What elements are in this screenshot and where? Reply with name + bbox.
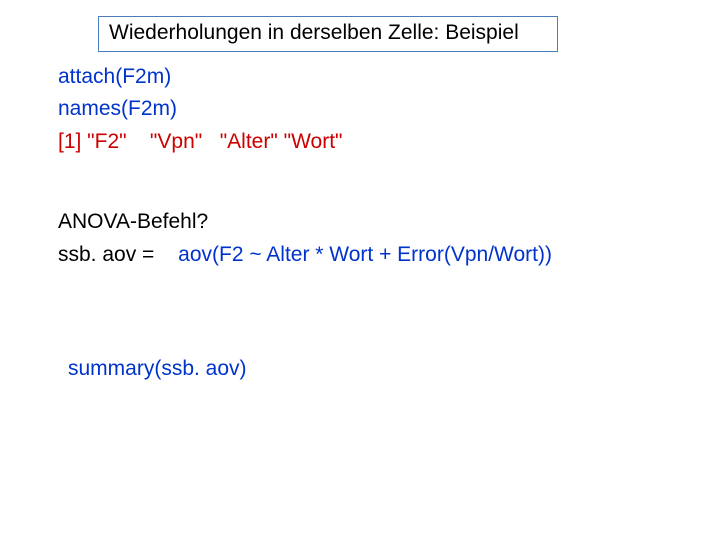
spacer [58,272,700,352]
anova-assign-rhs: aov(F2 ~ Alter * Wort + Error(Vpn/Wort)) [178,243,552,266]
slide-title: Wiederholungen in derselben Zelle: Beisp… [109,21,519,44]
code-attach: attach(F2m) [58,62,700,92]
question-anova: ANOVA-Befehl? [58,207,700,237]
anova-assign-line: ssb. aov = aov(F2 ~ Alter * Wort + Error… [58,240,700,270]
spacer [58,159,700,205]
code-summary: summary(ssb. aov) [68,354,700,384]
anova-assign-lhs: ssb. aov = [58,243,160,266]
code-names: names(F2m) [58,94,700,124]
slide: Wiederholungen in derselben Zelle: Beisp… [0,0,720,540]
content-area: attach(F2m) names(F2m) [1] "F2" "Vpn" "A… [58,60,700,387]
title-box: Wiederholungen in derselben Zelle: Beisp… [98,16,558,52]
output-names: [1] "F2" "Vpn" "Alter" "Wort" [58,127,700,157]
